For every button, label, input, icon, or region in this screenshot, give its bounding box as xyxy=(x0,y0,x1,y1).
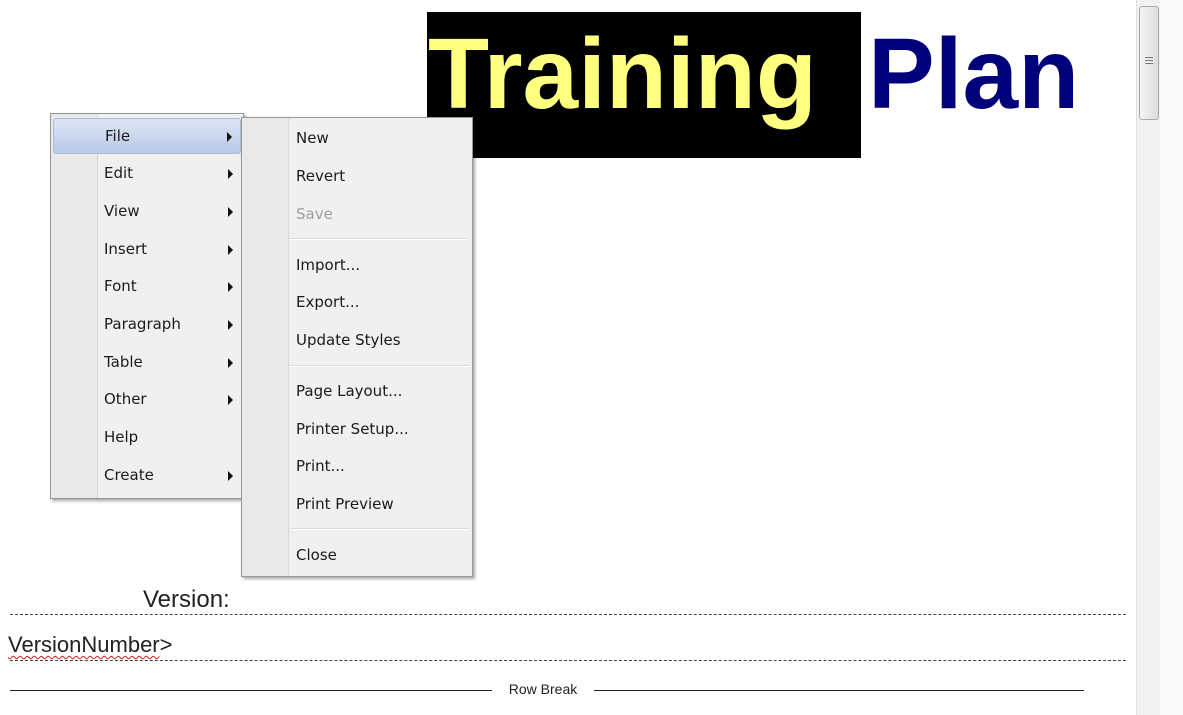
menu-item-label: Import... xyxy=(296,256,361,274)
submenu-arrow-icon xyxy=(228,282,233,292)
submenu-arrow-icon xyxy=(228,395,233,405)
submenu-arrow-icon xyxy=(228,245,233,255)
scroll-grip-icon xyxy=(1145,60,1153,61)
menu-item-label: Export... xyxy=(296,293,360,311)
menu-item-label: Help xyxy=(104,428,139,446)
menu-item-create[interactable]: Create xyxy=(53,458,241,494)
menu-item-update-styles[interactable]: Update Styles xyxy=(244,323,470,359)
menu-item-label: File xyxy=(105,127,131,145)
menu-item-label: Print Preview xyxy=(296,495,394,513)
menu-item-label: Insert xyxy=(104,240,148,258)
submenu-arrow-icon xyxy=(228,207,233,217)
title-word-training: Training xyxy=(428,18,817,130)
menu-item-label: Update Styles xyxy=(296,331,401,349)
menu-item-help[interactable]: Help xyxy=(53,420,241,456)
version-number-field[interactable]: VersionNumber> xyxy=(8,632,173,658)
menu-item-printer-setup[interactable]: Printer Setup... xyxy=(244,412,470,448)
menu-item-label: New xyxy=(296,129,329,147)
menu-item-font[interactable]: Font xyxy=(53,269,241,305)
menu-item-export[interactable]: Export... xyxy=(244,285,470,321)
menu-item-label: Table xyxy=(104,353,143,371)
menu-item-label: Revert xyxy=(296,167,346,185)
menu-item-label: Printer Setup... xyxy=(296,420,409,438)
menu-item-edit[interactable]: Edit xyxy=(53,156,241,192)
menu-item-label: Paragraph xyxy=(104,315,181,333)
menu-item-label: View xyxy=(104,202,140,220)
submenu-arrow-icon xyxy=(228,169,233,179)
menu-item-paragraph[interactable]: Paragraph xyxy=(53,307,241,343)
row-break-label: Row Break xyxy=(508,681,578,697)
version-label: Version: xyxy=(143,586,230,613)
menu-item-other[interactable]: Other xyxy=(53,382,241,418)
row-break: Row Break xyxy=(10,680,1084,700)
scroll-grip-icon xyxy=(1145,63,1153,64)
menu-separator xyxy=(290,528,469,530)
menu-item-insert[interactable]: Insert xyxy=(53,232,241,268)
scrollbar-thumb[interactable] xyxy=(1139,6,1159,120)
vertical-scrollbar[interactable] xyxy=(1136,0,1161,715)
context-menu: File Edit View Insert Font Paragraph Tab… xyxy=(50,113,244,499)
menu-item-new[interactable]: New xyxy=(244,121,470,157)
submenu-arrow-icon xyxy=(228,358,233,368)
window-edge xyxy=(1160,0,1183,715)
menu-item-label: Other xyxy=(104,390,147,408)
menu-item-page-layout[interactable]: Page Layout... xyxy=(244,374,470,410)
menu-item-close[interactable]: Close xyxy=(244,538,470,574)
menu-item-label: Page Layout... xyxy=(296,382,403,400)
submenu-arrow-icon xyxy=(227,132,232,142)
menu-item-label: Close xyxy=(296,546,337,564)
menu-item-import[interactable]: Import... xyxy=(244,248,470,284)
menu-item-file[interactable]: File xyxy=(53,118,241,154)
menu-item-label: Save xyxy=(296,205,333,223)
menu-item-table[interactable]: Table xyxy=(53,345,241,381)
menu-separator xyxy=(290,365,469,367)
menu-item-label: Edit xyxy=(104,164,134,182)
version-number-token: VersionNumber xyxy=(8,632,160,657)
row-break-line xyxy=(594,690,1084,691)
menu-item-print[interactable]: Print... xyxy=(244,449,470,485)
menu-item-save: Save xyxy=(244,197,470,233)
submenu-arrow-icon xyxy=(228,320,233,330)
menu-item-revert[interactable]: Revert xyxy=(244,159,470,195)
scroll-grip-icon xyxy=(1145,57,1153,58)
row-break-line xyxy=(10,690,492,691)
menu-item-view[interactable]: View xyxy=(53,194,241,230)
field-divider xyxy=(10,660,1126,661)
file-submenu: New Revert Save Import... Export... Upda… xyxy=(241,117,473,577)
title-word-plan: Plan xyxy=(868,18,1080,130)
menu-item-label: Print... xyxy=(296,457,345,475)
menu-item-label: Font xyxy=(104,277,137,295)
version-number-suffix: > xyxy=(159,632,173,657)
field-divider xyxy=(10,614,1126,615)
submenu-arrow-icon xyxy=(228,471,233,481)
menu-separator xyxy=(290,238,469,240)
menu-item-print-preview[interactable]: Print Preview xyxy=(244,487,470,523)
menu-item-label: Create xyxy=(104,466,154,484)
